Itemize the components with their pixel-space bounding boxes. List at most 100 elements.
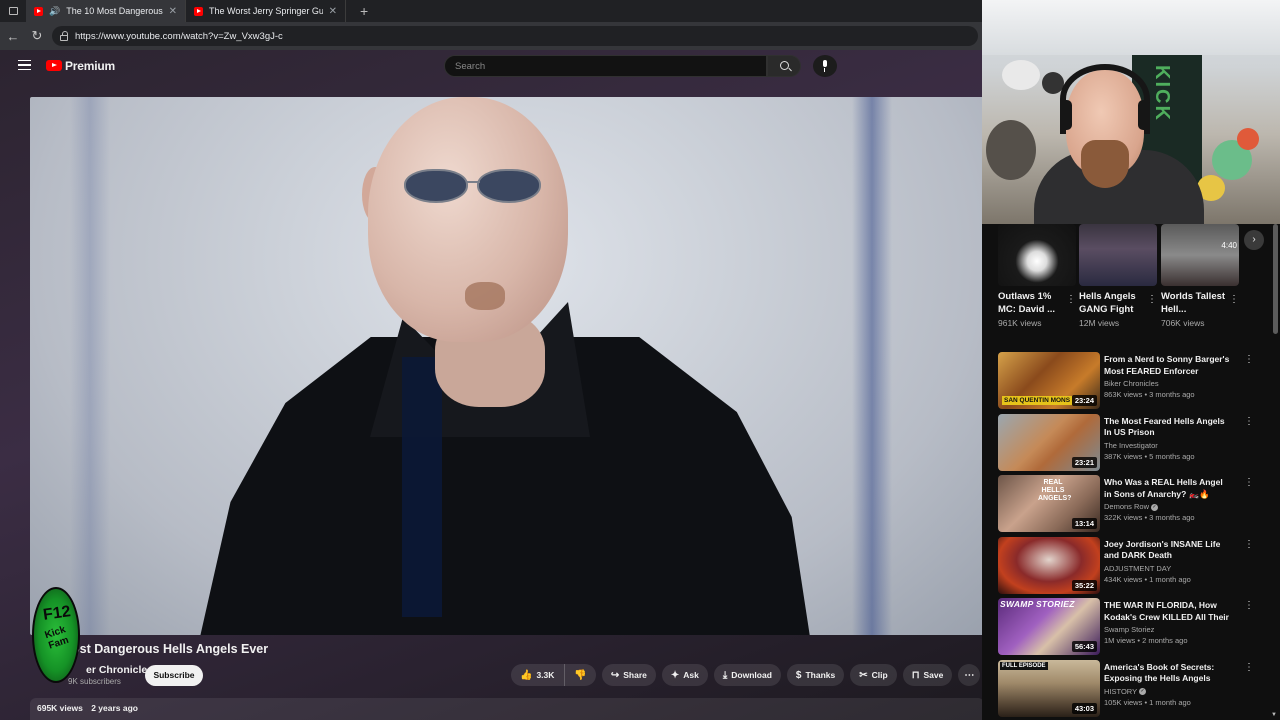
video-thumbnail[interactable]: REAL HELLS ANGELS? 13:14 xyxy=(998,475,1100,532)
video-title[interactable]: From a Nerd to Sonny Barger's Most FEARE… xyxy=(1104,354,1232,377)
channel-name[interactable]: Biker Chronicles xyxy=(1104,379,1232,388)
more-icon[interactable]: ⋮ xyxy=(1229,294,1239,305)
video-title[interactable]: Who Was a REAL Hells Angel in Sons of An… xyxy=(1104,477,1232,500)
download-label: Download xyxy=(731,670,772,680)
channel-name[interactable]: er Chronicles xyxy=(86,664,153,676)
share-label: Share xyxy=(623,670,647,680)
video-title[interactable]: Joey Jordison's INSANE Life and DARK Dea… xyxy=(1104,539,1232,562)
clip-button[interactable]: ✂ Clip xyxy=(850,664,897,686)
save-button[interactable]: ⊓ Save xyxy=(902,664,953,686)
video-meta: 387K views • 5 months ago xyxy=(1104,451,1195,461)
more-icon[interactable]: ⋮ xyxy=(1244,600,1254,611)
close-tab-icon[interactable]: ✕ xyxy=(329,6,337,17)
short-thumbnail[interactable]: 4:40 xyxy=(1161,224,1239,286)
view-count: 695K views xyxy=(37,703,83,713)
youtube-logo-icon[interactable] xyxy=(46,60,62,71)
channel-name[interactable]: Demons Row xyxy=(1104,502,1149,511)
menu-icon[interactable] xyxy=(18,60,31,70)
video-title[interactable]: THE WAR IN FLORIDA, How Kodak's Crew KIL… xyxy=(1104,600,1232,623)
bookmark-icon: ⊓ xyxy=(911,669,920,681)
list-item[interactable]: SWAMP STORIEZ 56:43 THE WAR IN FLORIDA, … xyxy=(998,598,1256,660)
url-text: https://www.youtube.com/watch?v=Zw_Vxw3g… xyxy=(75,30,283,42)
more-actions-button[interactable]: ⋯ xyxy=(958,664,981,686)
browser-tab-2[interactable]: The Worst Jerry Springer Guest Ever ✕ xyxy=(186,0,346,22)
back-icon[interactable]: ← xyxy=(2,29,24,44)
channel-name[interactable]: HISTORY xyxy=(1104,687,1137,696)
sunglasses-lens xyxy=(404,169,468,203)
video-duration: 23:21 xyxy=(1071,456,1097,468)
video-thumbnail[interactable]: FULL EPISODE 43:03 xyxy=(998,659,1100,717)
more-icon[interactable]: ⋮ xyxy=(1244,416,1254,427)
thumbs-up-icon: 👍 xyxy=(520,669,533,681)
channel-name[interactable]: ADJUSTMENT DAY xyxy=(1104,564,1232,573)
upload-age: 3 months ago xyxy=(1149,390,1195,399)
scrollbar-thumb[interactable] xyxy=(1273,224,1278,334)
sunglasses-lens xyxy=(477,169,541,203)
tab-title: The 10 Most Dangerous Hells Angels Ever xyxy=(66,6,163,16)
dislike-button[interactable]: 👎 xyxy=(565,664,596,686)
short-thumbnail[interactable] xyxy=(1079,224,1157,286)
close-tab-icon[interactable]: ✕ xyxy=(169,6,177,17)
speaker-icon[interactable]: 🔊 xyxy=(49,6,60,17)
url-field[interactable]: https://www.youtube.com/watch?v=Zw_Vxw3g… xyxy=(52,26,978,46)
shorts-shelf: Outlaws 1% MC: David ... 961K views ⋮ He… xyxy=(998,224,1264,332)
like-button[interactable]: 👍 3.3K xyxy=(511,664,566,686)
list-item[interactable]: REAL HELLS ANGELS? 13:14 Who Was a REAL … xyxy=(998,475,1256,537)
video-info: From a Nerd to Sonny Barger's Most FEARE… xyxy=(1104,354,1232,399)
reload-icon[interactable]: ↻ xyxy=(26,28,48,44)
microphone-icon[interactable] xyxy=(813,55,837,77)
short-item[interactable]: Outlaws 1% MC: David ... 961K views ⋮ xyxy=(998,224,1076,332)
brand-label[interactable]: Premium xyxy=(65,59,115,73)
short-item[interactable]: Hells Angels GANG Fight 12M views ⋮ xyxy=(1079,224,1157,332)
flag-text: KICK xyxy=(1151,65,1173,122)
channel-name[interactable]: Swamp Storiez xyxy=(1104,625,1232,634)
more-icon[interactable]: ⋮ xyxy=(1147,294,1157,305)
channel-name[interactable]: The Investigator xyxy=(1104,441,1232,450)
thanks-label: Thanks xyxy=(805,670,836,680)
list-item[interactable]: FULL EPISODE 43:03 America's Book of Sec… xyxy=(998,659,1256,720)
video-title[interactable]: America's Book of Secrets: Exposing the … xyxy=(1104,662,1232,685)
more-icon[interactable]: ⋮ xyxy=(1244,477,1254,488)
short-item[interactable]: 4:40 Worlds Tallest Hell... 706K views ⋮ xyxy=(1161,224,1239,332)
scrollbar[interactable]: ▼ xyxy=(1270,224,1280,720)
more-icon[interactable]: ⋮ xyxy=(1244,539,1254,550)
subscribe-button[interactable]: Subscribe xyxy=(145,665,203,686)
more-icon[interactable]: ⋮ xyxy=(1066,294,1076,305)
video-duration: 23:24 xyxy=(1071,395,1097,406)
video-thumbnail[interactable]: SAN QUENTIN MONS 23:24 xyxy=(998,352,1100,409)
video-info: Joey Jordison's INSANE Life and DARK Dea… xyxy=(1104,539,1232,584)
headphone-cup xyxy=(1138,100,1150,130)
verified-icon: ✓ xyxy=(1139,688,1147,696)
address-bar-row: ← ↻ https://www.youtube.com/watch?v=Zw_V… xyxy=(0,22,982,50)
list-item[interactable]: SAN QUENTIN MONS 23:24 From a Nerd to So… xyxy=(998,352,1256,414)
list-item[interactable]: 35:22 Joey Jordison's INSANE Life and DA… xyxy=(998,536,1256,599)
view-count: 863K views xyxy=(1104,390,1143,399)
search-input[interactable]: Search xyxy=(444,55,767,77)
video-thumbnail[interactable]: SWAMP STORIEZ 56:43 xyxy=(998,598,1100,655)
thanks-button[interactable]: $ Thanks xyxy=(786,664,845,686)
description-box[interactable]: 695K views 2 years ago xyxy=(30,698,984,720)
search-button[interactable] xyxy=(767,55,801,77)
new-tab-icon[interactable]: + xyxy=(360,3,368,19)
youtube-favicon-icon xyxy=(194,6,203,16)
lock-icon xyxy=(60,30,68,41)
video-player[interactable] xyxy=(30,97,984,635)
more-icon[interactable]: ⋮ xyxy=(1244,662,1254,673)
tab-actions-icon[interactable] xyxy=(0,0,26,22)
ask-button[interactable]: ✦ Ask xyxy=(661,664,708,686)
chevron-right-icon[interactable]: › xyxy=(1244,230,1264,250)
video-thumbnail[interactable]: 35:22 xyxy=(998,536,1100,594)
video-title[interactable]: The Most Feared Hells Angels In US Priso… xyxy=(1104,416,1232,439)
ask-label: Ask xyxy=(683,670,699,680)
more-icon[interactable]: ⋮ xyxy=(1244,354,1254,365)
list-item[interactable]: 23:21 The Most Feared Hells Angels In US… xyxy=(998,413,1256,476)
share-button[interactable]: ↪ Share xyxy=(601,664,656,686)
video-thumbnail[interactable]: 23:21 xyxy=(998,413,1100,471)
browser-tab-1[interactable]: 🔊 The 10 Most Dangerous Hells Angels Eve… xyxy=(26,0,186,22)
scroll-down-icon[interactable]: ▼ xyxy=(1271,712,1277,718)
clip-label: Clip xyxy=(871,670,888,680)
short-thumbnail[interactable] xyxy=(998,224,1076,286)
download-button[interactable]: ⤓ Download xyxy=(713,664,781,686)
person-beard xyxy=(1081,140,1129,188)
channel-info: Demons Row ✓ xyxy=(1104,502,1232,511)
